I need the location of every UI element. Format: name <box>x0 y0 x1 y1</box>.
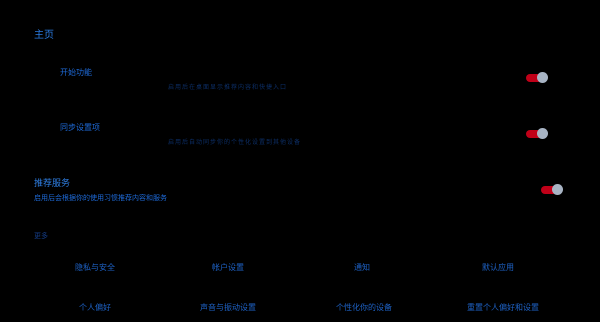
link-account[interactable]: 帐户设置 <box>212 262 244 273</box>
link-personal-prefs[interactable]: 个人偏好 <box>79 302 111 313</box>
more-section-title: 更多 <box>34 232 48 240</box>
link-reset[interactable]: 重置个人偏好和设置 <box>467 302 539 313</box>
row-sync-label: 同步设置项 <box>60 123 100 132</box>
recommend-desc: 启用后会根据你的使用习惯推荐内容和服务 <box>34 194 167 202</box>
link-personalize[interactable]: 个性化你的设备 <box>336 302 392 313</box>
start-toggle[interactable] <box>526 72 548 83</box>
link-default-apps[interactable]: 默认应用 <box>482 262 514 273</box>
sync-toggle[interactable] <box>526 128 548 139</box>
row-start-label: 开始功能 <box>60 68 92 77</box>
toggle-knob <box>537 128 548 139</box>
recommend-toggle[interactable] <box>541 184 563 195</box>
section-home-title: 主页 <box>34 30 54 41</box>
link-sound[interactable]: 声音与振动设置 <box>200 302 256 313</box>
toggle-knob <box>552 184 563 195</box>
toggle-knob <box>537 72 548 83</box>
link-notifications[interactable]: 通知 <box>354 262 370 273</box>
row-start-desc: 启用后在桌面显示推荐内容和快捷入口 <box>168 84 288 91</box>
row-sync-desc: 启用后自动同步你的个性化设置到其他设备 <box>168 139 302 146</box>
recommend-title: 推荐服务 <box>34 179 71 189</box>
link-privacy[interactable]: 隐私与安全 <box>75 262 115 273</box>
